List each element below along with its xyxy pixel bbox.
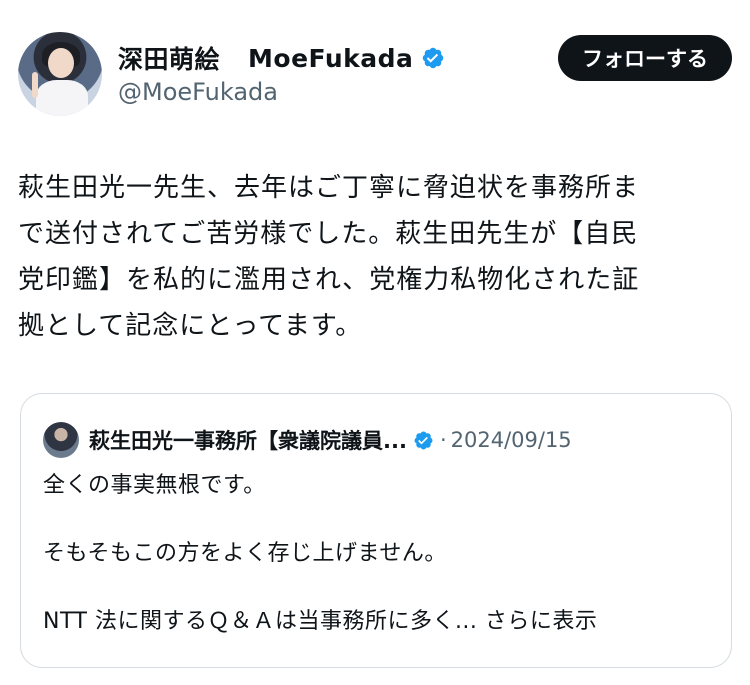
quoted-text-line: 全くの事実無根です。 — [43, 473, 266, 498]
quoted-tweet-date[interactable]: 2024/09/15 — [451, 428, 572, 452]
avatar-finger — [32, 72, 38, 98]
quoted-text-truncated: NTT 法に関するＱ＆Ａは当事務所に多く... — [43, 609, 478, 634]
show-more-link[interactable]: さらに表示 — [485, 609, 598, 634]
avatar-face — [48, 48, 74, 78]
author-display-name[interactable]: 深田萌絵 — [118, 40, 220, 76]
tweet-text-line: 拠として記念にとってます。 — [18, 311, 363, 341]
author-name-row[interactable]: 深田萌絵 MoeFukada — [118, 40, 445, 76]
quoted-tweet-body: 全くの事実無根です。 そもそもこの方をよく存じ上げません。 NTT 法に関するＱ… — [43, 470, 597, 638]
author-handle[interactable]: @MoeFukada — [118, 78, 278, 106]
tweet-text: 萩生田光一先生、去年はご丁寧に脅迫状を事務所ま で送付されてご苦労様でした。萩生… — [18, 165, 732, 349]
quoted-text-line: そもそもこの方をよく存じ上げません。 — [43, 541, 447, 566]
quoted-tweet-card[interactable]: 萩生田光一事務所【衆議院議員... · 2024/09/15 全くの事実無根です… — [20, 393, 732, 668]
author-username-en[interactable]: MoeFukada — [248, 44, 413, 73]
tweet-text-line: 萩生田光一先生、去年はご丁寧に脅迫状を事務所ま — [18, 173, 640, 203]
quoted-text-line-last: NTT 法に関するＱ＆Ａは当事務所に多く... さらに表示 — [43, 606, 597, 638]
quoted-author-name[interactable]: 萩生田光一事務所【衆議院議員... — [89, 425, 407, 455]
verified-badge-icon — [423, 47, 444, 69]
quoted-tweet-header: 萩生田光一事務所【衆議院議員... · 2024/09/15 — [43, 422, 572, 458]
follow-button[interactable]: フォローする — [558, 35, 732, 81]
tweet-header: 深田萌絵 MoeFukada @MoeFukada フォローする — [18, 30, 732, 120]
verified-badge-icon — [414, 431, 433, 449]
tweet-text-line: 党印鑑】を私的に濫用され、党権力私物化された証 — [18, 265, 640, 295]
tweet-text-line: で送付されてご苦労様でした。萩生田先生が【自民 — [18, 219, 639, 249]
avatar-body — [36, 80, 88, 116]
quoted-meta-separator: · — [439, 428, 447, 452]
quoted-author-avatar[interactable] — [43, 422, 79, 458]
author-avatar[interactable] — [18, 32, 102, 116]
